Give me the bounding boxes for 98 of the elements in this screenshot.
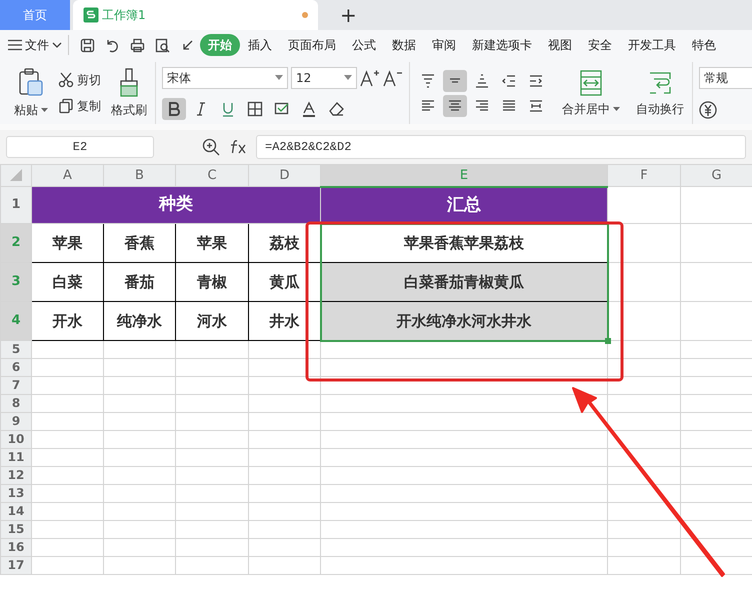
spreadsheet-icon bbox=[83, 7, 99, 23]
menu-tab[interactable]: 安全 bbox=[580, 34, 620, 56]
menu-tab[interactable]: 开始 bbox=[200, 34, 240, 56]
align-center-icon bbox=[447, 98, 463, 114]
increase-font-icon[interactable] bbox=[360, 68, 380, 86]
row-header[interactable]: 5 bbox=[0, 340, 32, 358]
bold-icon bbox=[166, 100, 182, 116]
formula-field[interactable]: =A2&B2&C2&D2 bbox=[256, 135, 746, 159]
table-cell: 白菜番茄青椒黄瓜 bbox=[320, 262, 608, 302]
clipboard-icon bbox=[18, 68, 44, 98]
print-icon[interactable] bbox=[130, 38, 145, 52]
caret-icon bbox=[41, 108, 48, 112]
column-header[interactable]: D bbox=[248, 164, 320, 186]
dropdown-arrow-icon bbox=[344, 75, 352, 80]
row-header[interactable]: 4 bbox=[0, 302, 32, 340]
merge-center-button[interactable]: 合并居中 bbox=[560, 68, 622, 118]
table-cell: 番茄 bbox=[104, 262, 176, 302]
align-outdent-icon bbox=[501, 72, 517, 88]
menu-tab[interactable]: 页面布局 bbox=[280, 34, 344, 56]
align-justify-icon bbox=[501, 98, 517, 114]
format-painter-button[interactable]: 格式刷 bbox=[109, 68, 149, 118]
align-distribute-icon bbox=[528, 98, 544, 114]
new-tab-button[interactable]: + bbox=[340, 5, 357, 25]
table-cell: 苹果 bbox=[32, 224, 104, 262]
menu-tab[interactable]: 新建选项卡 bbox=[464, 34, 540, 56]
dropdown-arrow-icon bbox=[275, 75, 283, 80]
font-size-select[interactable]: 12 bbox=[291, 66, 357, 88]
menu-tab[interactable]: 数据 bbox=[384, 34, 424, 56]
eraser-icon bbox=[328, 100, 344, 116]
bold-button[interactable] bbox=[162, 98, 186, 120]
align-top-icon bbox=[420, 72, 436, 88]
align-left-icon bbox=[420, 98, 436, 114]
row-header[interactable]: 15 bbox=[0, 520, 32, 538]
menu-tab[interactable]: 审阅 bbox=[424, 34, 464, 56]
copy-icon bbox=[58, 98, 74, 114]
row-header[interactable]: 12 bbox=[0, 466, 32, 484]
save-icon[interactable] bbox=[80, 38, 95, 52]
number-format-select[interactable]: 常规 bbox=[699, 67, 752, 89]
column-header[interactable]: G bbox=[680, 164, 752, 186]
wrap-text-button[interactable]: 自动换行 bbox=[634, 68, 686, 118]
table-cell: 开水 bbox=[32, 302, 104, 340]
menu-tab[interactable]: 视图 bbox=[540, 34, 580, 56]
menu-tab[interactable]: 特色 bbox=[684, 34, 724, 56]
align-right-icon bbox=[474, 98, 490, 114]
menu-tab[interactable]: 开发工具 bbox=[620, 34, 684, 56]
column-header[interactable]: A bbox=[32, 164, 104, 186]
currency-icon[interactable] bbox=[699, 101, 719, 119]
row-header[interactable]: 16 bbox=[0, 538, 32, 556]
row-header[interactable]: 6 bbox=[0, 358, 32, 376]
home-tab[interactable]: 首页 bbox=[0, 0, 70, 30]
table-cell: 香蕉 bbox=[104, 224, 176, 262]
decrease-font-icon[interactable] bbox=[383, 68, 403, 86]
copy-button[interactable]: 复制 bbox=[56, 96, 103, 116]
align-center-button[interactable] bbox=[443, 94, 467, 116]
menu-icon[interactable] bbox=[8, 39, 22, 51]
row-header[interactable]: 13 bbox=[0, 484, 32, 502]
table-cell: 青椒 bbox=[176, 262, 248, 302]
table-cell: 白菜 bbox=[32, 262, 104, 302]
caret-icon bbox=[613, 106, 620, 110]
row-header[interactable]: 8 bbox=[0, 394, 32, 412]
column-header[interactable]: F bbox=[608, 164, 680, 186]
align-indent-icon bbox=[528, 72, 544, 88]
table-cell: 开水纯净水河水井水 bbox=[320, 302, 608, 340]
row-header[interactable]: 7 bbox=[0, 376, 32, 394]
column-header[interactable]: C bbox=[176, 164, 248, 186]
cut-button[interactable]: 剪切 bbox=[56, 70, 103, 90]
table-cell: 河水 bbox=[176, 302, 248, 340]
underline-icon bbox=[220, 100, 236, 116]
font-color-icon bbox=[301, 100, 317, 116]
workbook-tab[interactable]: 工作簿1 bbox=[73, 0, 318, 30]
table-cell: 种类 bbox=[32, 186, 320, 224]
row-header[interactable]: 17 bbox=[0, 556, 32, 574]
print-preview-icon[interactable] bbox=[155, 38, 170, 52]
row-header[interactable]: 11 bbox=[0, 448, 32, 466]
row-header[interactable]: 1 bbox=[0, 186, 32, 224]
table-cell: 纯净水 bbox=[104, 302, 176, 340]
row-header[interactable]: 10 bbox=[0, 430, 32, 448]
align-bottom-icon bbox=[474, 72, 490, 88]
font-select[interactable]: 宋体 bbox=[162, 66, 288, 88]
menu-tab[interactable]: 公式 bbox=[344, 34, 384, 56]
row-header[interactable]: 2 bbox=[0, 224, 32, 262]
row-header[interactable]: 14 bbox=[0, 502, 32, 520]
function-icon[interactable] bbox=[228, 139, 248, 155]
borders-icon bbox=[247, 100, 263, 116]
table-cell: 苹果 bbox=[176, 224, 248, 262]
chevron-down-icon[interactable] bbox=[52, 42, 62, 48]
scissors-icon bbox=[58, 72, 74, 88]
undo-icon[interactable] bbox=[105, 38, 120, 52]
menu-tab[interactable]: 插入 bbox=[240, 34, 280, 56]
zoom-icon[interactable] bbox=[202, 138, 220, 156]
column-header[interactable]: E bbox=[320, 164, 608, 186]
file-menu[interactable]: 文件 bbox=[22, 34, 52, 56]
row-header[interactable]: 9 bbox=[0, 412, 32, 430]
row-header[interactable]: 3 bbox=[0, 262, 32, 302]
name-box[interactable]: E2 bbox=[6, 136, 154, 158]
column-header[interactable]: B bbox=[104, 164, 176, 186]
paste-button[interactable]: 粘贴 bbox=[12, 68, 50, 118]
align-middle-button[interactable] bbox=[443, 70, 467, 92]
